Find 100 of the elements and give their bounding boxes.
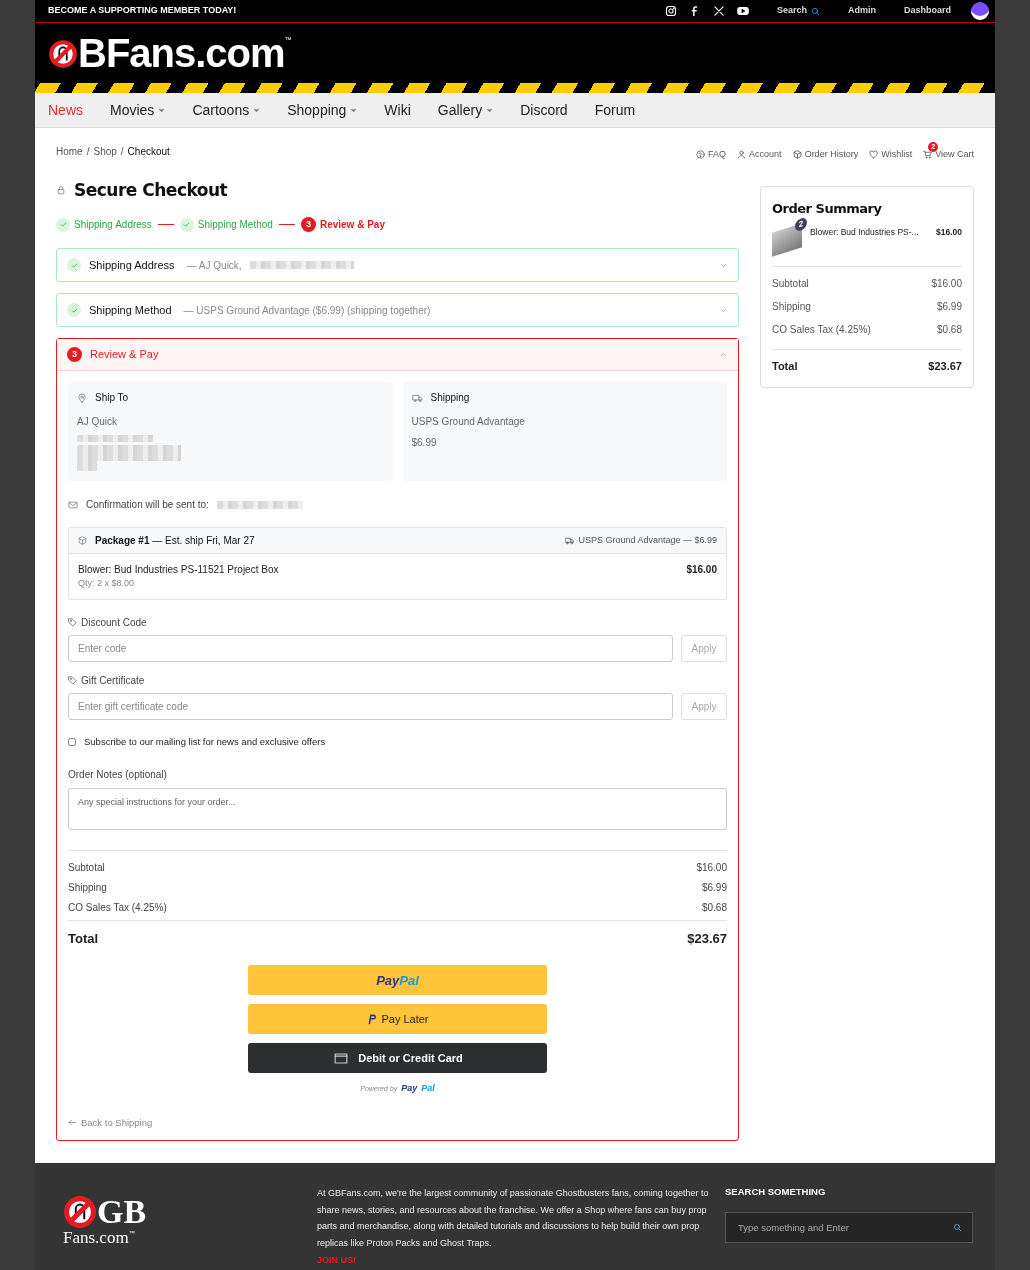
card-button[interactable]: Debit or Credit Card bbox=[248, 1043, 547, 1074]
nav-link[interactable]: Shopping bbox=[287, 99, 358, 121]
total-label: CO Sales Tax (4.25%) bbox=[68, 900, 167, 915]
ghost-logo-icon bbox=[48, 39, 78, 69]
summary-title: Order Summary bbox=[772, 199, 883, 218]
account-link[interactable]: Account bbox=[737, 148, 782, 162]
promo-text[interactable]: BECOME A SUPPORTING MEMBER TODAY! bbox=[48, 4, 237, 18]
truck-icon bbox=[565, 536, 575, 545]
x-icon[interactable] bbox=[712, 5, 725, 17]
section-title[interactable]: Shipping Address bbox=[89, 256, 175, 274]
breadcrumb-link[interactable]: Checkout bbox=[127, 144, 170, 160]
search-icon bbox=[811, 6, 820, 16]
section-title[interactable]: Shipping Method bbox=[89, 301, 172, 319]
code-field[interactable]: Enter code bbox=[68, 634, 673, 662]
footer-heading: SEARCH SOMETHING bbox=[725, 1185, 827, 1199]
summary-label: Shipping bbox=[772, 300, 811, 314]
footer-search-field[interactable]: Type something and Enter bbox=[725, 1212, 973, 1244]
item-price: $16.00 bbox=[686, 563, 717, 577]
shipping-method: USPS Ground Advantage bbox=[411, 415, 526, 429]
total-label: Total bbox=[68, 929, 99, 948]
total-label: Shipping bbox=[68, 880, 107, 895]
account-link[interactable]: Order History bbox=[792, 148, 859, 162]
footer-logo-text: GB bbox=[97, 1195, 147, 1229]
field-label: Order Notes (optional) bbox=[68, 767, 168, 782]
caret-icon bbox=[486, 107, 494, 115]
code-field[interactable]: Enter gift certificate code bbox=[68, 692, 673, 720]
back-link[interactable]: Back to Shipping bbox=[68, 1115, 727, 1130]
field-label: Gift Certificate bbox=[81, 673, 145, 688]
about-text: At GBFans.com, we're the largest community of passionate Ghostbusters fans, coming together to share news, stories, and resources about the franchise. We offer a Shop where fans can buy prop parts and merchandise, along with detailed tutorials and discussions to help build their own prop replicas like Proton Packs and Ghost Traps. bbox=[317, 1187, 709, 1250]
truck-icon bbox=[411, 392, 423, 403]
nav-link[interactable]: Movies bbox=[110, 99, 166, 121]
summary-label: Subtotal bbox=[772, 277, 809, 291]
step-number: 3 bbox=[67, 347, 82, 362]
instagram-icon[interactable] bbox=[664, 5, 677, 17]
pin-icon bbox=[77, 392, 87, 403]
summary-label: CO Sales Tax (4.25%) bbox=[772, 323, 871, 337]
breadcrumb-link[interactable]: Home bbox=[56, 144, 83, 160]
summary-value: $6.99 bbox=[936, 300, 962, 314]
nav-link[interactable]: Gallery bbox=[437, 99, 494, 121]
top-link[interactable]: Dashboard bbox=[904, 4, 951, 18]
top-link[interactable]: Admin bbox=[848, 4, 876, 18]
person-icon bbox=[737, 150, 747, 160]
nav-link[interactable]: Discord bbox=[520, 99, 568, 121]
tile-title: Shipping bbox=[430, 391, 470, 405]
total-label: Subtotal bbox=[68, 860, 105, 875]
check-icon bbox=[182, 220, 192, 229]
shipping-price: $6.99 bbox=[411, 436, 438, 450]
confirmation-text: Confirmation will be sent to: bbox=[86, 498, 209, 512]
summary-total-label: Total bbox=[772, 359, 798, 374]
footer-logo-text: Fans.com bbox=[63, 1229, 129, 1246]
youtube-icon[interactable] bbox=[736, 5, 749, 17]
nav-link[interactable]: Wiki bbox=[384, 99, 411, 121]
checkbox-label: Subscribe to our mailing list for news and exclusive offers bbox=[84, 734, 326, 749]
notes-field[interactable]: Any special instructions for your order... bbox=[68, 787, 727, 830]
avatar-icon[interactable] bbox=[971, 2, 989, 20]
nav-link[interactable]: Forum bbox=[594, 99, 636, 121]
logo-text: BFans.com bbox=[78, 33, 285, 73]
account-link[interactable]: FAQ bbox=[696, 148, 727, 162]
breadcrumb-separator: / bbox=[120, 145, 124, 160]
caret-icon bbox=[350, 107, 358, 115]
breadcrumb-separator: / bbox=[86, 145, 90, 160]
page-title: Secure Checkout bbox=[74, 178, 228, 202]
section-title[interactable]: Review & Pay bbox=[90, 346, 159, 363]
total-value: $6.99 bbox=[701, 880, 727, 895]
summary-value: $16.00 bbox=[931, 277, 962, 291]
check-icon bbox=[67, 258, 81, 272]
ghost-logo-icon bbox=[63, 1195, 97, 1229]
tile-title: Ship To bbox=[95, 391, 129, 405]
section-summary: — USPS Ground Advantage ($6.99) (shipping together) bbox=[183, 303, 431, 318]
box-icon bbox=[78, 536, 87, 545]
account-link[interactable]: Wishlist bbox=[869, 148, 913, 162]
tag-icon bbox=[68, 675, 77, 685]
paypal-button[interactable]: PayPal bbox=[248, 965, 547, 996]
search-input[interactable]: Type something and Enter bbox=[736, 1219, 953, 1236]
summary-total-value: $23.67 bbox=[928, 359, 962, 374]
nav-link[interactable]: Cartoons bbox=[192, 99, 261, 121]
search-link[interactable]: Search bbox=[776, 4, 820, 18]
quantity-badge: 2 bbox=[795, 216, 807, 233]
item-name: Blower: Bud Industries PS-... bbox=[810, 226, 920, 239]
check-icon bbox=[58, 220, 68, 229]
checkout-step[interactable]: 3 Review & Pay bbox=[300, 217, 385, 232]
paypal-p-icon bbox=[366, 1013, 378, 1025]
left-arrow-icon bbox=[68, 1118, 77, 1128]
total-value: $0.68 bbox=[701, 900, 727, 915]
box-icon bbox=[792, 150, 802, 160]
summary-value: $0.68 bbox=[936, 323, 962, 337]
help-icon bbox=[696, 150, 706, 160]
mail-icon bbox=[68, 499, 78, 510]
total-value: $16.00 bbox=[696, 860, 727, 875]
caret-icon bbox=[158, 107, 166, 115]
breadcrumb-link[interactable]: Shop bbox=[93, 144, 117, 160]
ship-to-name: AJ Quick bbox=[77, 415, 118, 429]
pay-later-button[interactable]: Pay Later bbox=[248, 1004, 547, 1035]
cart-icon bbox=[923, 150, 933, 160]
item-price: $16.00 bbox=[936, 226, 962, 239]
card-icon bbox=[332, 1051, 351, 1065]
check-icon bbox=[67, 303, 81, 317]
section-summary: — AJ Quick, bbox=[186, 258, 242, 273]
subscribe-checkbox[interactable] bbox=[68, 737, 76, 746]
nav-link[interactable]: News bbox=[48, 99, 83, 121]
